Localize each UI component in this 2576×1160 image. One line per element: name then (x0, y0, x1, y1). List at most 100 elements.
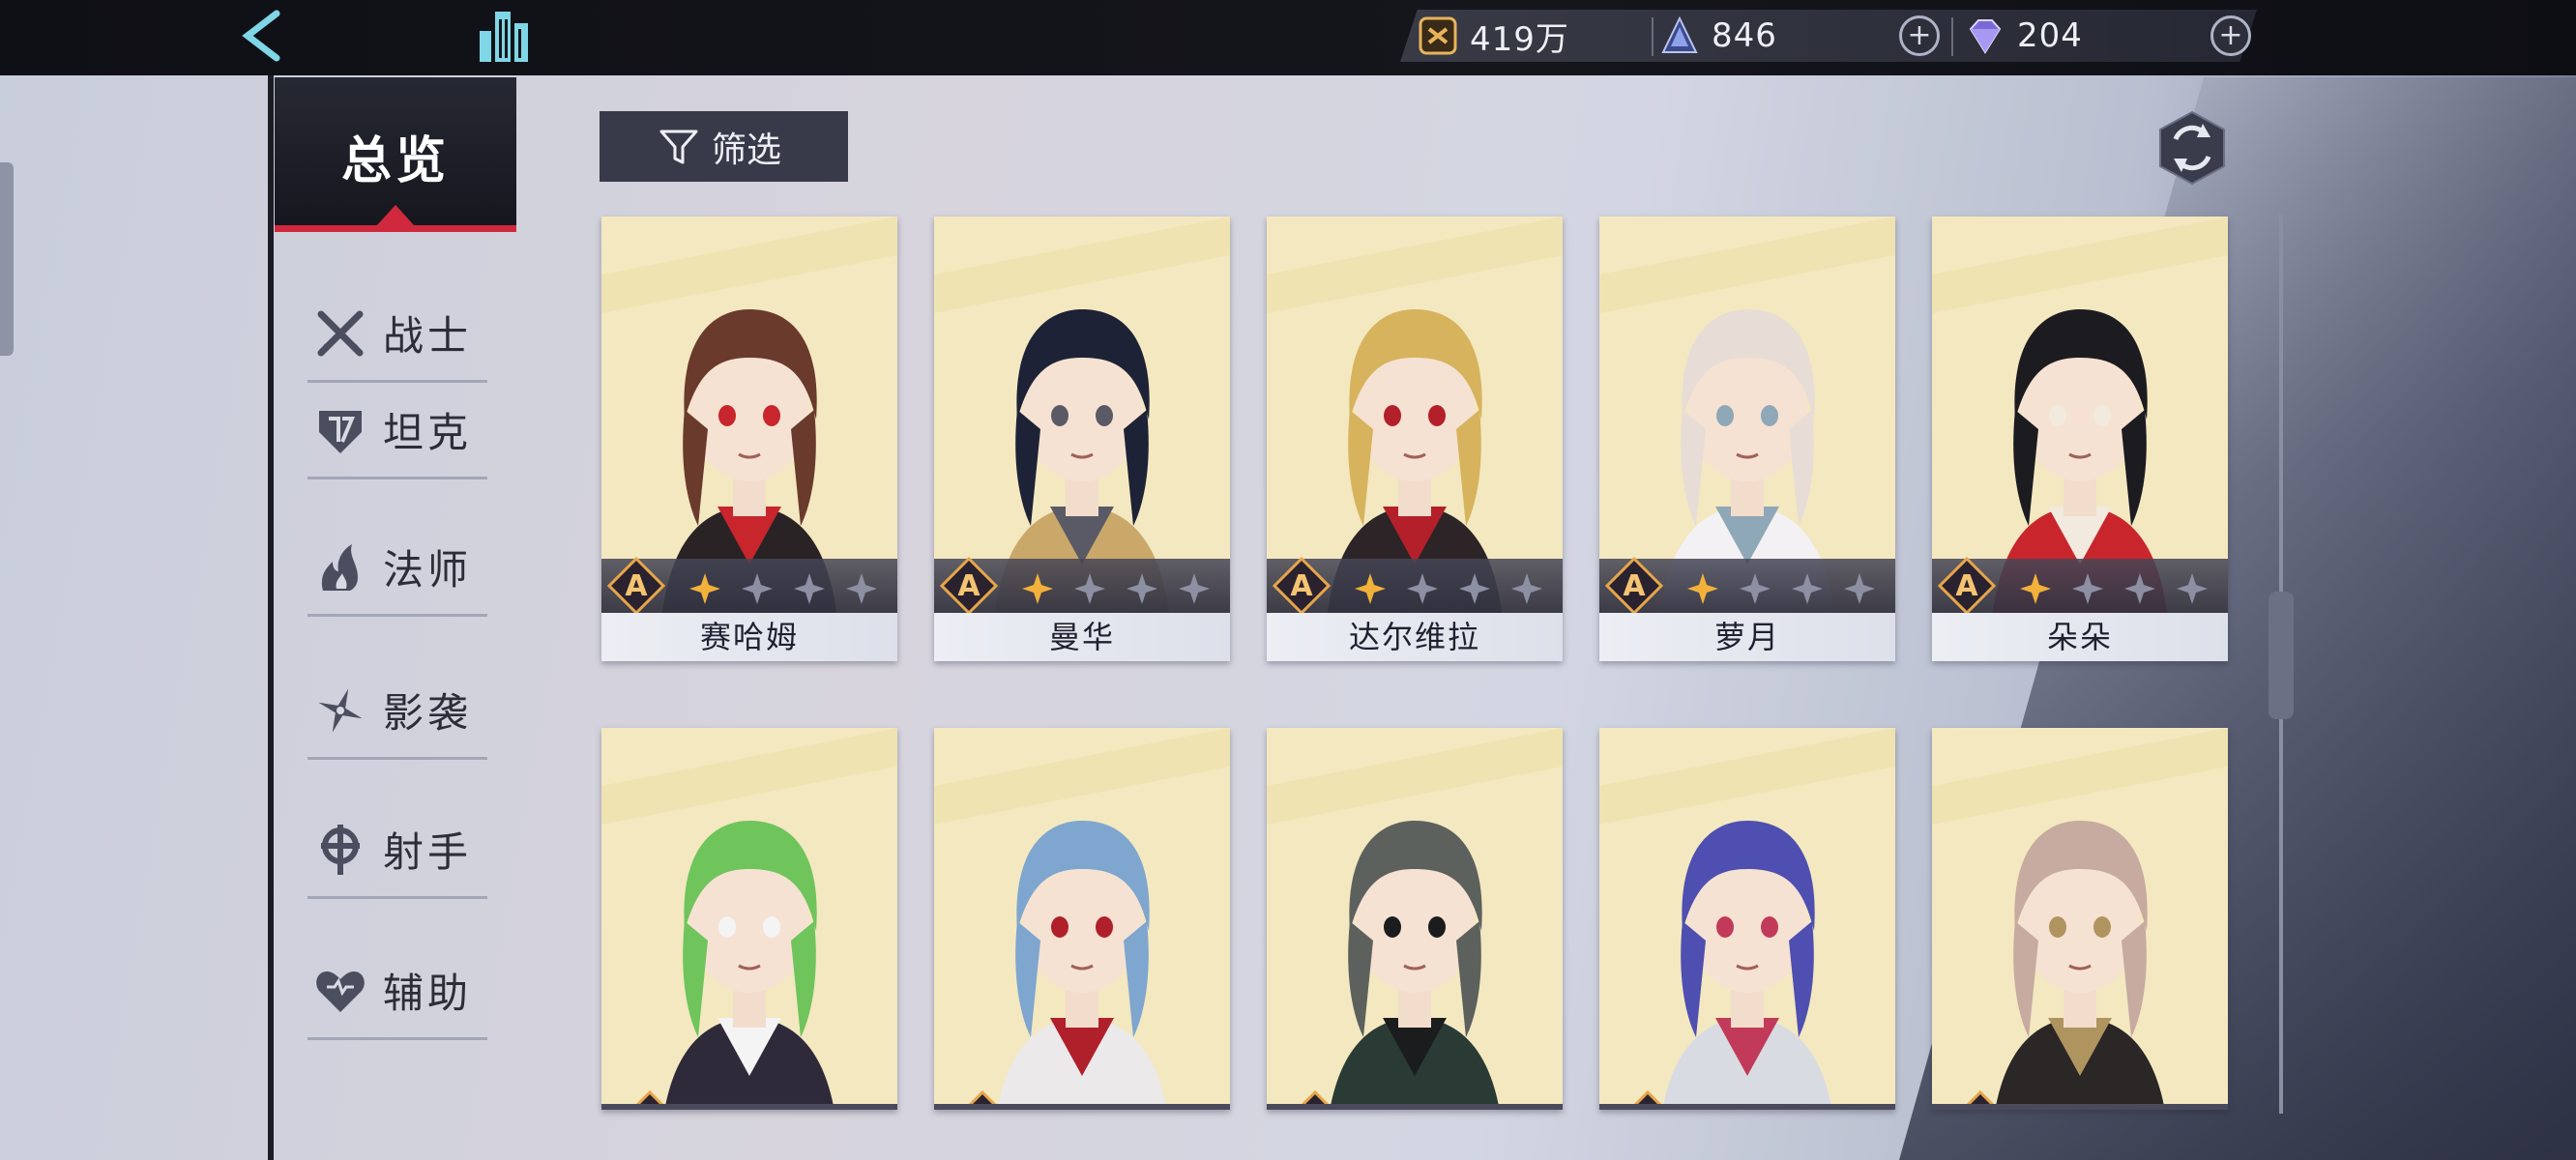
sidebar-item-mage[interactable]: 法师 (307, 520, 487, 617)
rank-letter: A (1623, 569, 1646, 603)
refresh-button[interactable] (2154, 110, 2230, 186)
plus-icon: + (2218, 18, 2243, 52)
sidebar-divider (268, 75, 274, 1160)
crosshair-icon (321, 824, 360, 875)
shuriken-icon (318, 687, 363, 733)
sidebar-item-label: 辅助 (383, 970, 473, 1017)
star-filled-icon (689, 573, 720, 604)
character-card[interactable]: A 达尔维拉 (1267, 217, 1563, 661)
character-portrait (1267, 728, 1563, 1110)
divider (1652, 17, 1654, 56)
sidebar-item-assassin[interactable]: 影袭 (307, 663, 487, 760)
sidebar-item-warrior[interactable]: 战士 (307, 286, 487, 383)
star-filled-icon (1687, 573, 1718, 604)
rank-badge-icon: A (1938, 557, 1996, 615)
star-empty-icon (1844, 573, 1875, 604)
sidebar-item-label: 战士 (383, 312, 473, 360)
rank-bar: A (601, 557, 897, 615)
star-empty-icon (1179, 573, 1210, 604)
star-empty-icon (1511, 573, 1542, 604)
rank-bar: A (1267, 557, 1563, 615)
rank-bar (934, 1104, 1230, 1110)
cycle-arrows-icon (2159, 110, 2225, 186)
rank-bar (1932, 1104, 2228, 1110)
sidebar-item-marksman[interactable]: 射手 (307, 802, 487, 899)
mountain-crystal-icon (1661, 15, 1698, 53)
chevron-left-icon (242, 10, 280, 62)
rank-bar: A (1599, 557, 1895, 615)
character-portrait (1932, 728, 2228, 1110)
filter-button[interactable]: 筛选 (600, 111, 848, 182)
sidebar-item-label: 法师 (383, 546, 473, 594)
star-filled-icon (1022, 573, 1053, 604)
rank-badge-icon: A (607, 557, 665, 615)
character-card[interactable] (601, 728, 897, 1110)
funnel-icon (659, 130, 698, 163)
character-portrait (934, 728, 1230, 1110)
star-empty-icon (1407, 573, 1438, 604)
gold-value: 419万 (1470, 19, 1569, 59)
add-stamina-button[interactable]: + (1899, 15, 1940, 56)
rank-badge-icon: A (1605, 557, 1663, 615)
star-empty-icon (1740, 573, 1771, 604)
sidebar-item-label: 坦克 (383, 409, 473, 456)
stamina-resource: 846 (1659, 12, 1777, 60)
star-empty-icon (1459, 573, 1490, 604)
character-name: 萝月 (1599, 613, 1895, 661)
tab-overview-label: 总览 (340, 132, 450, 190)
heart-icon (316, 971, 365, 1012)
coin-icon (1419, 16, 1457, 55)
side-drawer-handle[interactable] (0, 162, 14, 356)
active-indicator (275, 225, 516, 232)
character-card[interactable] (934, 728, 1230, 1110)
sidebar-item-support[interactable]: 辅助 (307, 943, 487, 1040)
character-portrait (1599, 728, 1895, 1110)
character-name: 赛哈姆 (601, 613, 897, 661)
divider (1951, 17, 1953, 56)
back-button[interactable] (232, 4, 290, 68)
rank-bar (1267, 1104, 1563, 1110)
character-card[interactable]: A 曼华 (934, 217, 1230, 661)
star-empty-icon (2124, 573, 2155, 604)
character-name: 曼华 (934, 613, 1230, 661)
star-empty-icon (1074, 573, 1105, 604)
character-portrait (601, 728, 897, 1110)
sidebar-item-label: 射手 (383, 828, 473, 876)
character-card[interactable] (1932, 728, 2228, 1110)
character-card[interactable]: A 萝月 (1599, 217, 1895, 661)
crystal-resource: 204 (1965, 12, 2083, 60)
rank-letter: A (625, 569, 648, 603)
plus-icon: + (1907, 18, 1932, 52)
shield-helmet-icon (319, 410, 362, 453)
character-name: 达尔维拉 (1267, 613, 1563, 661)
filter-label: 筛选 (712, 130, 782, 170)
crossed-swords-icon (317, 310, 364, 356)
character-card[interactable]: A 赛哈姆 (601, 217, 897, 661)
city-icon[interactable] (476, 6, 534, 66)
flame-icon (321, 543, 358, 591)
sidebar-item-label: 影袭 (383, 689, 473, 737)
active-indicator-arrow (376, 205, 415, 226)
star-empty-icon (1127, 573, 1157, 604)
tab-overview[interactable]: 总览 (275, 77, 516, 232)
rank-bar: A (934, 557, 1230, 615)
character-card[interactable] (1267, 728, 1563, 1110)
character-card[interactable] (1599, 728, 1895, 1110)
star-empty-icon (794, 573, 825, 604)
rank-letter: A (1955, 569, 1978, 603)
rank-bar (1599, 1104, 1895, 1110)
rank-bar: A (1932, 557, 2228, 615)
add-crystal-button[interactable]: + (2210, 15, 2251, 56)
scrollbar-thumb[interactable] (2269, 592, 2294, 719)
rank-badge-icon: A (1273, 557, 1331, 615)
stamina-value: 846 (1712, 16, 1777, 55)
diamond-icon (1969, 19, 2002, 54)
star-empty-icon (1792, 573, 1823, 604)
sidebar-item-tank[interactable]: 坦克 (307, 383, 487, 479)
character-card[interactable]: A 朵朵 (1932, 217, 2228, 661)
star-filled-icon (2020, 573, 2051, 604)
top-bar: 419万 846 + 204 + (0, 0, 2576, 75)
rank-letter: A (957, 569, 981, 603)
rank-letter: A (1290, 569, 1313, 603)
character-name: 朵朵 (1932, 613, 2228, 661)
